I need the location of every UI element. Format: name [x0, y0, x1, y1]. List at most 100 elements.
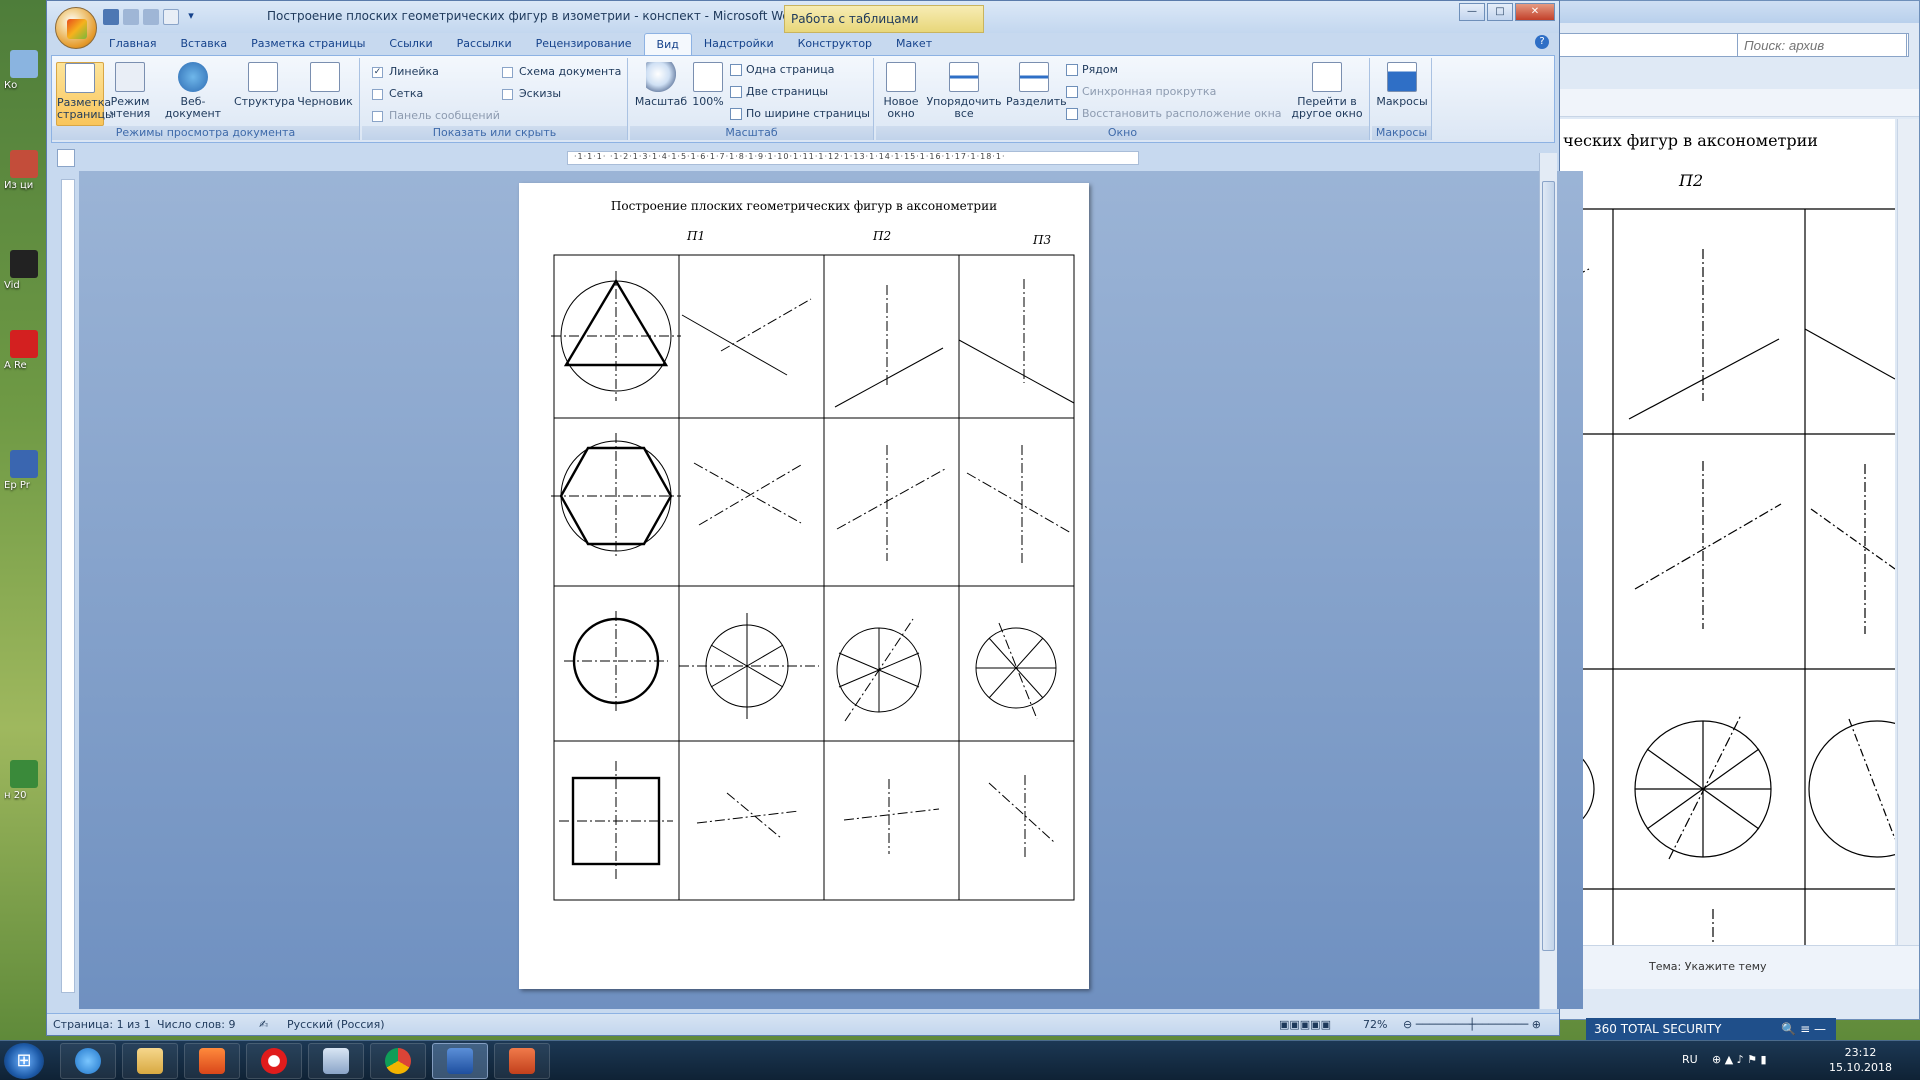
vertical-scrollbar[interactable] [1539, 153, 1557, 1009]
chrome-icon [385, 1048, 411, 1074]
page-count[interactable]: Страница: 1 из 1 [53, 1018, 151, 1031]
cell-circle-spokes-3 [975, 622, 1057, 720]
search-input[interactable] [1737, 33, 1907, 57]
document-page[interactable]: Построение плоских геометрических фигур … [519, 183, 1089, 989]
redo-icon[interactable] [143, 9, 159, 25]
desktop-icon[interactable]: Из ци [4, 150, 44, 196]
one-page-label: Одна страница [746, 63, 835, 76]
draft-button[interactable]: Черновик [296, 62, 354, 108]
taskbar-presentation[interactable] [494, 1043, 550, 1079]
ruler-label: Линейка [389, 65, 439, 78]
table-tools-context: Работа с таблицами [784, 5, 984, 33]
desktop-icon[interactable]: Ко [4, 50, 44, 96]
tab-insert[interactable]: Вставка [169, 33, 240, 55]
one-page-button[interactable]: Одна страница [730, 62, 834, 78]
print-layout-label: Разметка страницы [57, 96, 114, 121]
switch-windows-label: Перейти в другое окно [1291, 95, 1363, 120]
taskbar-chrome[interactable] [370, 1043, 426, 1079]
word-window[interactable]: ▾ Построение плоских геометрических фигу… [46, 0, 1583, 1036]
background-window[interactable]: ческих фигур в аксонометрии П2 [1548, 0, 1920, 1020]
theme-value[interactable]: Укажите тему [1685, 960, 1767, 973]
media-player-icon [199, 1048, 225, 1074]
qat-dropdown-icon[interactable]: ▾ [183, 9, 199, 25]
minimize-button[interactable]: — [1459, 3, 1485, 21]
desktop-icon[interactable]: н 20 [4, 760, 44, 806]
start-button[interactable]: ⊞ [4, 1043, 44, 1079]
thumbnails-checkbox[interactable]: Эскизы [502, 86, 561, 102]
arrange-all-button[interactable]: Упорядочить все [926, 62, 1002, 120]
taskbar-word[interactable] [432, 1043, 488, 1079]
page-width-button[interactable]: По ширине страницы [730, 106, 870, 122]
taskbar-file-explorer[interactable] [122, 1043, 178, 1079]
reset-position-icon [1066, 108, 1078, 120]
taskbar-opera[interactable] [246, 1043, 302, 1079]
tab-view[interactable]: Вид [643, 33, 692, 55]
tab-home[interactable]: Главная [97, 33, 169, 55]
outline-button[interactable]: Структура [234, 62, 295, 108]
two-pages-button[interactable]: Две страницы [730, 84, 828, 100]
view-buttons[interactable]: ▣▣▣▣▣ [1279, 1018, 1331, 1031]
macros-icon [1387, 62, 1417, 92]
tab-addins[interactable]: Надстройки [692, 33, 786, 55]
ruler-toggle-button[interactable] [57, 149, 75, 167]
ruler-checkbox[interactable]: ✓ Линейка [372, 64, 439, 80]
taskbar-media-player[interactable] [184, 1043, 240, 1079]
help-icon[interactable]: ? [1535, 35, 1549, 49]
split-button[interactable]: Разделить [1006, 62, 1067, 108]
background-scrollbar[interactable] [1897, 119, 1919, 959]
undo-icon[interactable] [123, 9, 139, 25]
cell-circle [564, 611, 668, 711]
save-icon[interactable] [103, 9, 119, 25]
word-count[interactable]: Число слов: 9 [157, 1018, 236, 1031]
tab-page-layout[interactable]: Разметка страницы [239, 33, 377, 55]
checkbox-icon [372, 110, 383, 122]
switch-windows-button[interactable]: Перейти в другое окно [1288, 62, 1366, 120]
document-map-checkbox[interactable]: Схема документа [502, 64, 621, 80]
group-zoom: Масштаб 100% Одна страница Две страницы … [630, 58, 874, 140]
system-tray: RU ⊕ ▲ ♪ ⚑ ▮ 23:12 15.10.2018 [1620, 1041, 1920, 1080]
geometry-table-drawing [551, 254, 1075, 901]
tab-layout[interactable]: Макет [884, 33, 944, 55]
taskbar-internet-explorer[interactable] [60, 1043, 116, 1079]
close-button[interactable]: ✕ [1515, 3, 1555, 21]
print-preview-icon[interactable] [163, 9, 179, 25]
tab-mailings[interactable]: Рассылки [445, 33, 524, 55]
desktop-icon[interactable]: Vid [4, 250, 44, 296]
horizontal-ruler[interactable]: ·1·1·1· ·1·2·1·3·1·4·1·5·1·6·1·7·1·8·1·9… [567, 151, 1139, 165]
tab-review[interactable]: Рецензирование [524, 33, 644, 55]
zoom-slider[interactable]: ⊖ ────────┼──────── ⊕ [1403, 1018, 1541, 1031]
language[interactable]: Русский (Россия) [287, 1018, 385, 1031]
web-layout-button[interactable]: Веб-документ [156, 62, 230, 120]
gridlines-checkbox[interactable]: Сетка [372, 86, 423, 102]
taskbar-calculator[interactable] [308, 1043, 364, 1079]
tab-references[interactable]: Ссылки [377, 33, 444, 55]
maximize-button[interactable]: □ [1487, 3, 1513, 21]
print-layout-button[interactable]: Разметка страницы [56, 62, 114, 126]
zoom-100-button[interactable]: 100% [690, 62, 726, 108]
background-footer: Тема: Укажите тему [1549, 945, 1919, 989]
office-button[interactable] [55, 7, 97, 49]
scrollbar-thumb[interactable] [1542, 181, 1555, 951]
desktop-icon[interactable]: Ep Pr [4, 450, 44, 496]
new-window-button[interactable]: Новое окно [880, 62, 922, 120]
side-by-side-button[interactable]: Рядом [1066, 62, 1118, 78]
word-icon [447, 1048, 473, 1074]
vertical-ruler[interactable] [61, 179, 75, 993]
split-label: Разделить [1006, 95, 1067, 108]
titlebar: ▾ Построение плоских геометрических фигу… [47, 1, 1559, 33]
document-map-label: Схема документа [519, 65, 622, 78]
macros-button[interactable]: Макросы [1376, 62, 1428, 108]
clock[interactable]: 23:12 15.10.2018 [1829, 1045, 1892, 1075]
banner-controls[interactable]: 🔍 ≡ — [1781, 1022, 1826, 1036]
language-indicator[interactable]: RU [1682, 1053, 1698, 1066]
sync-scroll-label: Синхронная прокрутка [1082, 85, 1217, 98]
desktop-icon[interactable]: А Re [4, 330, 44, 376]
tab-design[interactable]: Конструктор [786, 33, 884, 55]
zoom-level[interactable]: 72% [1363, 1018, 1387, 1031]
full-screen-reading-button[interactable]: Режим чтения [108, 62, 152, 120]
security-banner[interactable]: 360 TOTAL SECURITY 🔍 ≡ — [1586, 1018, 1836, 1040]
spelling-icon[interactable]: ✍ [259, 1018, 268, 1031]
tray-icons[interactable]: ⊕ ▲ ♪ ⚑ ▮ [1712, 1053, 1767, 1066]
magnifier-icon [646, 62, 676, 92]
zoom-button[interactable]: Масштаб [634, 62, 688, 108]
